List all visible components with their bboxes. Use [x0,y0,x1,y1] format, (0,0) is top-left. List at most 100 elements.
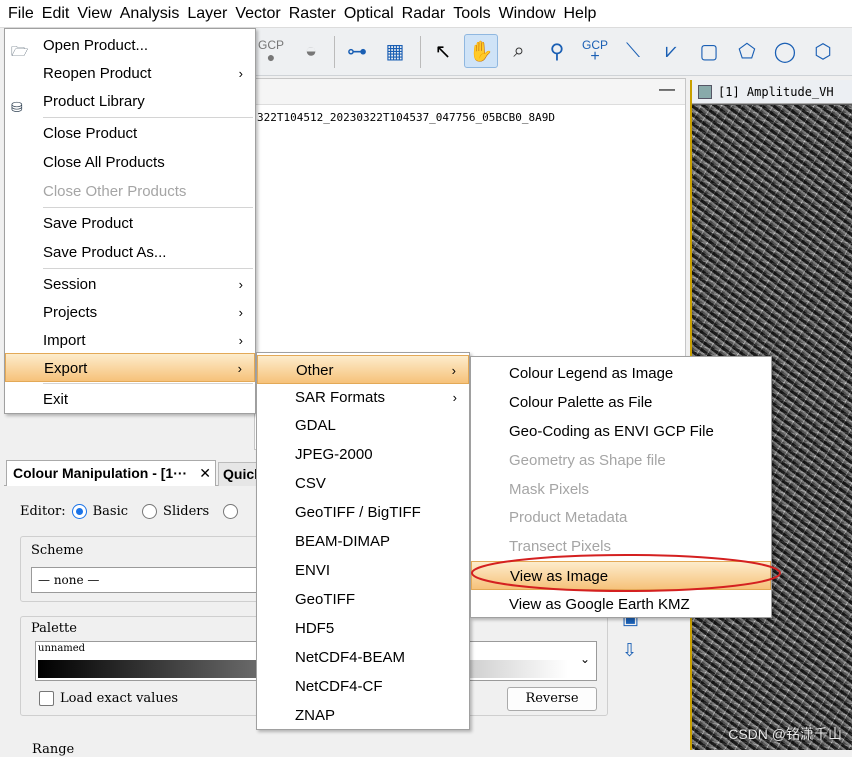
menu-item-other[interactable]: Other › [257,355,469,384]
chevron-right-icon: › [237,361,242,376]
menu-analysis[interactable]: Analysis [116,5,184,23]
menu-item-label: CSV [295,475,326,492]
chevron-right-icon: › [238,333,243,348]
reverse-button[interactable]: Reverse [507,687,597,711]
menu-item-label: HDF5 [295,620,335,637]
menu-item-product-library[interactable]: ⛁ Product Library [5,87,255,116]
menu-item-jpeg-2000[interactable]: JPEG-2000 [257,440,469,469]
menu-file[interactable]: File [4,5,38,23]
menu-vector[interactable]: Vector [231,5,284,23]
polyline-draw-icon[interactable]: ⩗ [654,34,688,68]
menu-item-envi[interactable]: ENVI [257,556,469,585]
graph-tool-icon[interactable]: ⊶ [340,34,374,68]
menu-item-gdal[interactable]: GDAL [257,411,469,440]
menu-item-label: Import [43,332,86,349]
polygon-draw-icon[interactable]: ⬠ [730,34,764,68]
load-exact-checkbox[interactable] [39,691,54,706]
menu-layer[interactable]: Layer [183,5,231,23]
chevron-right-icon: › [238,305,243,320]
menu-edit[interactable]: Edit [38,5,74,23]
table-radio[interactable] [223,504,239,519]
select-arrow-icon[interactable]: ↖ [426,34,460,68]
menu-item-csv[interactable]: CSV [257,469,469,498]
menu-item-label: NetCDF4-BEAM [295,649,406,666]
menu-separator [43,383,253,384]
pin-add-icon[interactable]: ⚲ [540,34,574,68]
menu-item-label: Close All Products [43,154,165,171]
menu-item-label: SAR Formats [295,389,386,406]
gcp-add-button[interactable]: GCP + [578,34,612,68]
close-icon[interactable]: ✕ [199,461,211,485]
line-draw-icon[interactable]: ⟍ [616,34,650,68]
menu-item-save-product-as[interactable]: Save Product As... [5,238,255,267]
sliders-radio[interactable] [142,504,158,519]
menu-item-import[interactable]: Import › [5,326,255,355]
menu-item-label: Product Library [43,93,145,110]
ellipse-draw-icon[interactable]: ◯ [768,34,802,68]
menu-item-geotiff[interactable]: GeoTIFF [257,585,469,614]
menu-tools[interactable]: Tools [449,5,494,23]
menu-item-sar-formats[interactable]: SAR Formats › [257,383,469,412]
menu-raster[interactable]: Raster [285,5,340,23]
grid-tool-icon[interactable]: ▦ [378,34,412,68]
menu-item-colour-legend-as-image[interactable]: Colour Legend as Image [471,359,771,388]
menu-item-label: Colour Legend as Image [509,365,674,382]
zoom-icon[interactable]: ⌕ [502,34,536,68]
menu-help[interactable]: Help [559,5,600,23]
tab-quick[interactable]: Quick [218,462,258,486]
shape-edit-icon[interactable]: ⬡ [806,34,840,68]
export-submenu: Other › SAR Formats › GDAL JPEG-2000 CSV G… [256,352,470,730]
menu-optical[interactable]: Optical [340,5,398,23]
scheme-value: — none — [38,573,100,587]
menu-item-reopen-product[interactable]: Reopen Product › [5,59,255,88]
export-palette-icon[interactable]: ⇩ [622,640,646,664]
menu-item-znap[interactable]: ZNAP [257,701,469,730]
product-name[interactable]: 322T104512_20230322T104537_047756_05BCB0… [257,111,555,124]
menu-item-close-all-products[interactable]: Close All Products [5,148,255,177]
menu-item-label: GeoTIFF / BigTIFF [295,504,421,521]
menu-item-label: Session [43,276,97,293]
menu-item-hdf5[interactable]: HDF5 [257,614,469,643]
basic-radio[interactable] [71,504,87,519]
toolbar-separator [334,36,335,68]
menu-item-label: ZNAP [295,707,336,724]
menu-item-export[interactable]: Export › [5,353,255,382]
menu-window[interactable]: Window [495,5,560,23]
scheme-label: Scheme [31,543,84,558]
menu-item-exit[interactable]: Exit [5,385,255,414]
globe-icon[interactable]: ◒ [294,34,328,68]
menu-item-label: Geo-Coding as ENVI GCP File [509,423,714,440]
menu-item-netcdf4-beam[interactable]: NetCDF4-BEAM [257,643,469,672]
basic-label: Basic [92,504,129,519]
menu-radar[interactable]: Radar [398,5,450,23]
menu-item-session[interactable]: Session › [5,270,255,299]
menu-item-close-product[interactable]: Close Product [5,119,255,148]
menu-item-label: Mask Pixels [509,481,590,498]
menu-item-colour-palette-as-file[interactable]: Colour Palette as File [471,388,771,417]
menu-item-geo-coding-as-envi-gcp-file[interactable]: Geo-Coding as ENVI GCP File [471,417,771,446]
image-view-tab[interactable]: [1] Amplitude_VH [692,80,852,104]
panel-header: — [255,79,685,105]
menu-item-projects[interactable]: Projects › [5,298,255,327]
image-icon [698,85,712,99]
minimize-button[interactable]: — [659,81,675,99]
menu-item-beam-dimap[interactable]: BEAM-DIMAP [257,527,469,556]
tab-colour-manipulation[interactable]: Colour Manipulation - [1··· ✕ [6,460,216,486]
rectangle-draw-icon[interactable]: ▢ [692,34,726,68]
menu-item-open-product[interactable]: 🗁 Open Product... [5,31,255,60]
pan-hand-icon[interactable]: ✋ [464,34,498,68]
menu-item-label: Save Product As... [43,244,167,261]
menu-view[interactable]: View [73,5,115,23]
chevron-right-icon: › [452,390,457,405]
menu-item-save-product[interactable]: Save Product [5,209,255,238]
chevron-right-icon: › [238,66,243,81]
menu-item-close-other-products: Close Other Products [5,177,255,206]
menu-item-label: BEAM-DIMAP [295,533,391,550]
menu-item-geotiff-bigtiff[interactable]: GeoTIFF / BigTIFF [257,498,469,527]
toolbar-separator [420,36,421,68]
menu-item-geometry-as-shape-file: Geometry as Shape file [471,446,771,475]
gcp-tool-button[interactable]: GCP ● [254,34,288,68]
tab-label: Colour Manipulation - [1··· [13,465,188,481]
menu-item-netcdf4-cf[interactable]: NetCDF4-CF [257,672,469,701]
menu-item-label: Projects [43,304,98,321]
